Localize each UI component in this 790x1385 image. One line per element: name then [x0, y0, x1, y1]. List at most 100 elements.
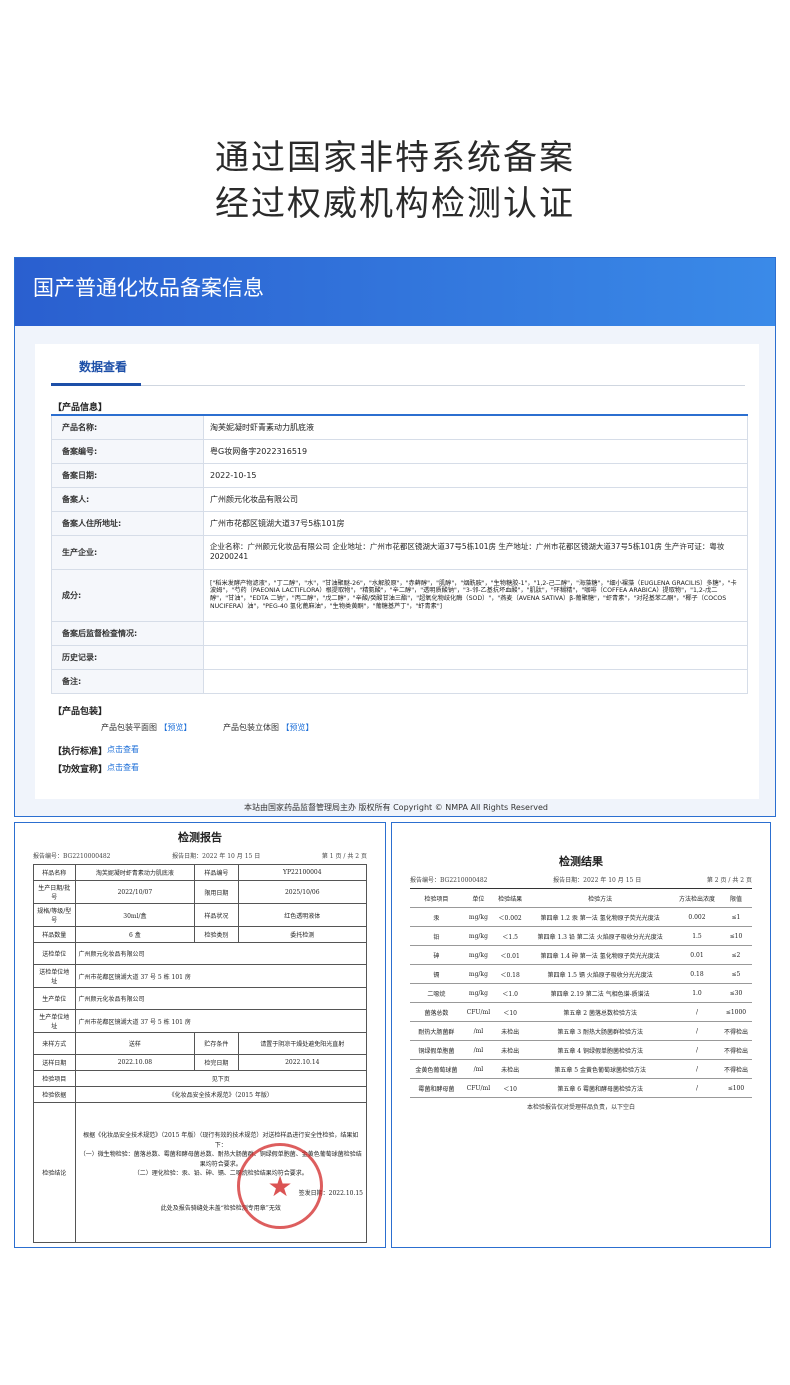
table-row: 检验依据 《化妆品安全技术规范》（2015 年版）	[33, 1086, 368, 1103]
package-flat-label: 产品包装平面图	[101, 723, 157, 732]
official-seal: ★	[237, 1143, 323, 1229]
result-cell: 菌落总数	[410, 1002, 463, 1022]
cell: 见下页	[74, 1070, 368, 1087]
result-cell: 1.0	[674, 983, 720, 1003]
result-cell: 铜绿假单胞菌	[410, 1040, 463, 1060]
conclusion-text: 根据《化妆品安全技术规范》（2015 年版）（现行有效的技术规范）对送检样品进行…	[83, 1131, 359, 1149]
result-cell: /	[674, 1078, 720, 1098]
result-cell: ＜10	[494, 1002, 527, 1022]
result-cell: ＜1.5	[494, 926, 527, 946]
result-row: 镉 mg/kg ＜0.18 第四章 1.5 镉 火焰原子吸收分光光度法 0.18 ≤5	[410, 964, 752, 984]
results-note: 本检验报告仅对受理样品负责，以下空白	[526, 1104, 635, 1111]
preview-flat-link[interactable]: 【预览】	[160, 723, 192, 732]
cell: 2025/10/06	[237, 880, 368, 904]
cell: 淘芙妮凝时虾青素动力肌底液	[74, 864, 196, 881]
cell: 生产单位地址	[33, 1009, 76, 1033]
result-cell: mg/kg	[462, 945, 495, 965]
results-header-row: 检验项目 单位 检验结果 检验方法 方法检出浓度 限值	[410, 888, 752, 908]
result-cell: mg/kg	[462, 983, 495, 1003]
result-row: 二噁烷 mg/kg ＜1.0 第四章 2.19 第二法 气相色谱-质谱法 1.0 ≤30	[410, 983, 752, 1003]
report-page: 第 1 页 / 共 2 页	[321, 853, 367, 860]
row-value: 粤G妆网备字2022316519	[203, 438, 748, 464]
result-cell: 汞	[410, 907, 463, 927]
result-cell: ＜0.01	[494, 945, 527, 965]
result-row: 汞 mg/kg ＜0.002 第四章 1.2 汞 第一法 氢化物原子荧光光度法 0.00…	[410, 907, 752, 927]
result-cell: 第四章 1.5 镉 火焰原子吸收分光光度法	[526, 964, 675, 984]
preview-3d-link[interactable]: 【预览】	[282, 723, 314, 732]
result-cell: 第四章 2.19 第二法 气相色谱-质谱法	[526, 983, 675, 1003]
result-cell: 1.5	[674, 926, 720, 946]
result-cell: 镉	[410, 964, 463, 984]
stamp-note: 此处及报告骑缝处未盖“检验检测专用章”无效	[160, 1205, 281, 1213]
cell: 样品名称	[33, 864, 76, 881]
row-value: ["稻米发酵产物滤液"，"丁二醇"，"水"，"甘油聚醚-26"，"水解胶原"，"…	[203, 568, 748, 622]
row-value	[203, 668, 748, 694]
package-flat-row: 产品包装平面图 【预览】	[101, 722, 192, 733]
cell: 广州颜元化妆品有限公司	[74, 987, 368, 1010]
result-cell: ≤30	[719, 983, 752, 1003]
table-row: 成分: ["稻米发酵产物滤液"，"丁二醇"，"水"，"甘油聚醚-26"，"水解胶原…	[51, 568, 748, 622]
tab-data-view[interactable]: 数据查看	[79, 358, 127, 375]
table-row: 来样方式 送样 贮存条件 请置于阴凉干燥处避免阳光直射	[33, 1032, 368, 1055]
result-cell: /ml	[462, 1040, 495, 1060]
report-meta: 报告编号：BG2210000482 报告日期：2022 年 10 月 15 日 …	[33, 851, 367, 860]
cell: 广州市花都区镜湖大道 37 号 5 栋 101 房	[74, 964, 368, 988]
section-packaging: 【产品包装】	[53, 707, 108, 717]
result-cell: ≤1000	[719, 1002, 752, 1022]
result-row: 菌落总数 CFU/ml ＜10 第五章 2 菌落总数检验方法 / ≤1000	[410, 1002, 752, 1022]
report-date: 报告日期：2022 年 10 月 15 日	[553, 877, 642, 884]
report-date: 报告日期：2022 年 10 月 15 日	[172, 853, 261, 860]
cell: 2022.10.14	[237, 1054, 368, 1071]
table-row: 历史记录:	[51, 644, 748, 670]
copyright-footer: 本站由国家药品监督管理局主办 版权所有 Copyright © NMPA All…	[244, 803, 548, 812]
result-cell: /ml	[462, 1059, 495, 1079]
header-cell: 检验方法	[526, 888, 675, 908]
cell: 《化妆品安全技术规范》（2015 年版）	[74, 1086, 368, 1103]
table-row: 送样日期 2022.10.08 检完日期 2022.10.14	[33, 1054, 368, 1071]
header-cell: 检验项目	[410, 888, 463, 908]
result-cell: 第五章 4 铜绿假单胞菌检验方法	[526, 1040, 675, 1060]
conclusion-cell: 根据《化妆品安全技术规范》（2015 年版）（现行有效的技术规范）对送检样品进行…	[74, 1102, 368, 1243]
cell: 限用日期	[194, 880, 239, 904]
claims-view-link[interactable]: 点击查看	[107, 762, 139, 773]
table-row: 备案编号: 粤G妆网备字2022316519	[51, 438, 748, 464]
result-row: 铅 mg/kg ＜1.5 第四章 1.3 铅 第二法 火焰原子吸收分光光度法 1.5 ≤1…	[410, 926, 752, 946]
result-cell: 铅	[410, 926, 463, 946]
tab-bar: 数据查看	[51, 344, 745, 386]
row-value	[203, 620, 748, 646]
cell: 6 盒	[74, 926, 196, 943]
header-cell: 单位	[462, 888, 495, 908]
panel-banner: 国产普通化妆品备案信息	[15, 258, 775, 326]
report-title: 检测报告	[178, 831, 222, 844]
standard-view-link[interactable]: 点击查看	[107, 744, 139, 755]
result-cell: 0.01	[674, 945, 720, 965]
cell: 送检单位地址	[33, 964, 76, 988]
result-cell: 第五章 3 耐热大肠菌群检验方法	[526, 1021, 675, 1041]
headline-line-1: 通过国家非特系统备案	[215, 138, 575, 178]
result-cell: mg/kg	[462, 926, 495, 946]
table-row: 检验项目 见下页	[33, 1070, 368, 1087]
result-cell: ＜0.002	[494, 907, 527, 927]
report-page: 第 2 页 / 共 2 页	[706, 877, 752, 884]
result-cell: /	[674, 1040, 720, 1060]
result-cell: 金黄色葡萄球菌	[410, 1059, 463, 1079]
row-key: 备案后监督检查情况:	[51, 620, 204, 646]
cell: 来样方式	[33, 1032, 76, 1055]
row-key: 生产企业:	[51, 534, 204, 570]
row-key: 历史记录:	[51, 644, 204, 670]
result-cell: 砷	[410, 945, 463, 965]
seal-star-icon: ★	[267, 1169, 293, 1203]
test-report-page-2: 检测结果 报告编号：BG2210000482 报告日期：2022 年 10 月 …	[391, 822, 771, 1248]
cell: YP22100004	[237, 864, 368, 881]
table-row: 规格/等级/型号 30ml/盒 样品状况 红色透明液体	[33, 903, 368, 927]
result-cell: /	[674, 1059, 720, 1079]
banner-title: 国产普通化妆品备案信息	[33, 276, 264, 300]
table-row: 备注:	[51, 668, 748, 694]
test-report-page-1: 检测报告 报告编号：BG2210000482 报告日期：2022 年 10 月 …	[14, 822, 386, 1248]
row-key: 备案人住所地址:	[51, 510, 204, 536]
row-key: 备案编号:	[51, 438, 204, 464]
row-key: 备注:	[51, 668, 204, 694]
result-cell: 未检出	[494, 1059, 527, 1079]
row-value	[203, 644, 748, 670]
cell: 委托检测	[237, 926, 368, 943]
